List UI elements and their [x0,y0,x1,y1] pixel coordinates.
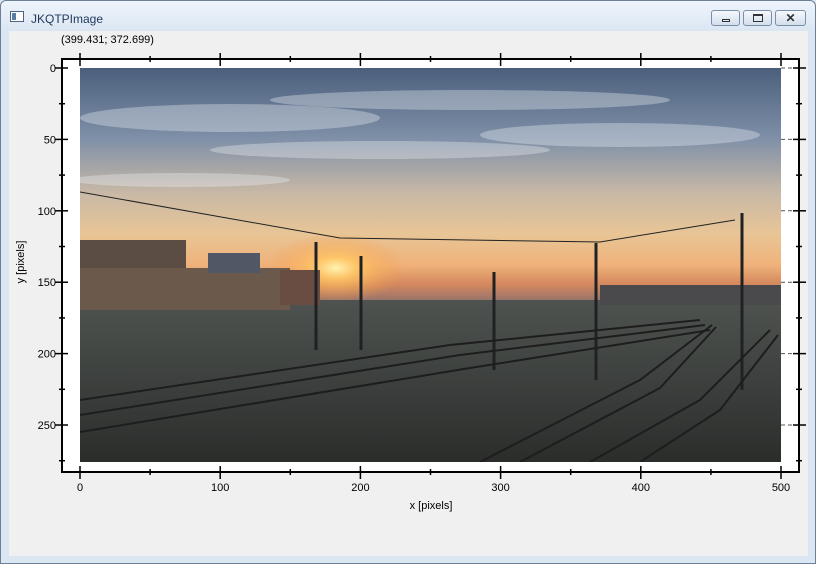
y-tick-label: 50 [44,134,56,146]
y-tick-label: 150 [38,277,56,289]
x-axis-label: x [pixels] [410,500,453,512]
y-tick-label: 250 [38,420,56,432]
y-tick-label: 0 [50,63,56,75]
x-tick-label: 0 [77,482,83,494]
y-axis-label: y [pixels] [15,241,27,284]
x-tick-label: 500 [772,482,790,494]
plot-canvas[interactable]: 0 100 200 300 400 500 0 50 100 150 200 250 x [pixe… [0,0,816,564]
x-tick-label: 200 [351,482,369,494]
x-tick-label: 100 [211,482,229,494]
x-tick-label: 400 [632,482,650,494]
y-tick-label: 100 [38,206,56,218]
y-tick-label: 200 [38,349,56,361]
x-tick-label: 300 [491,482,509,494]
plot-image[interactable] [70,68,781,462]
